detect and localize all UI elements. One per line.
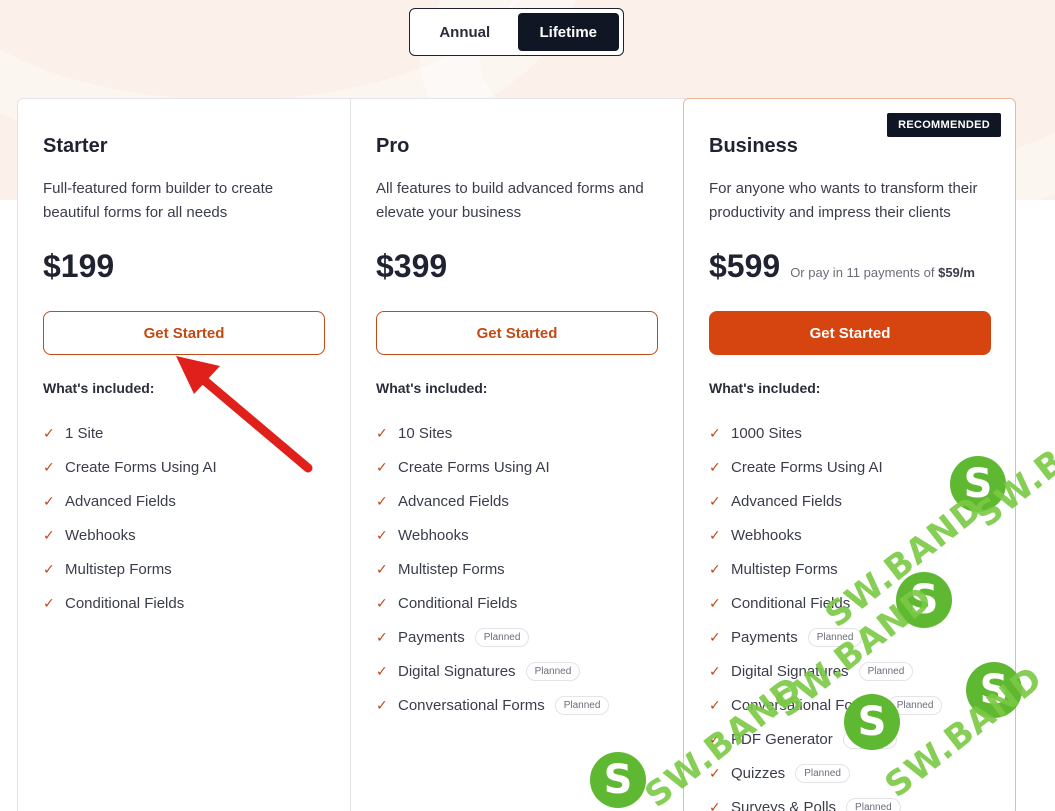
- feature-item: ✓ Webhooks: [709, 526, 802, 544]
- check-icon: ✓: [43, 458, 55, 475]
- plan-price: $599: [709, 248, 781, 284]
- planned-badge: Planned: [525, 661, 581, 681]
- toggle-annual[interactable]: Annual: [414, 13, 516, 51]
- check-icon: ✓: [709, 458, 721, 475]
- feature-item: ✓ 1000 Sites: [709, 424, 802, 442]
- planned-badge: Planned: [842, 729, 898, 749]
- feature-item: ✓ Conditional Fields: [376, 594, 518, 612]
- check-icon: ✓: [376, 458, 388, 475]
- pricing-cards: Starter Full-featured form builder to cr…: [17, 98, 1016, 811]
- feature-list: ✓ 10 Sites ✓ Create Forms Using AI ✓ Advanc…: [376, 416, 658, 722]
- planned-badge: Planned: [554, 695, 610, 715]
- feature-item: ✓ PDF Generator Planned: [709, 722, 990, 756]
- plan-name: Business: [709, 135, 798, 157]
- feature-item: ✓ Payments Planned: [376, 620, 658, 654]
- plan-card-pro: Pro All features to build advanced forms…: [350, 99, 683, 811]
- feature-item: ✓ Advanced Fields: [376, 492, 509, 510]
- feature-item: ✓ Multistep Forms: [709, 560, 838, 578]
- planned-badge: Planned: [795, 763, 850, 783]
- plan-name: Starter: [43, 135, 108, 157]
- billing-toggle[interactable]: Annual Lifetime: [409, 8, 624, 56]
- feature-item: ✓ 10 Sites: [376, 424, 453, 442]
- get-started-button[interactable]: Get Started: [376, 311, 658, 355]
- feature-item: ✓ Digital Signatures Planned: [376, 654, 658, 688]
- plan-name: Pro: [376, 135, 410, 157]
- check-icon: ✓: [709, 594, 721, 611]
- check-icon: ✓: [709, 798, 721, 811]
- planned-badge: Planned: [474, 627, 530, 647]
- check-icon: ✓: [43, 424, 55, 441]
- check-icon: ✓: [376, 594, 388, 611]
- feature-item: ✓ Advanced Fields: [709, 492, 842, 510]
- check-icon: ✓: [376, 628, 388, 645]
- feature-item: ✓ Advanced Fields: [43, 492, 176, 510]
- feature-item: ✓ Create Forms Using AI: [376, 458, 550, 476]
- check-icon: ✓: [43, 526, 55, 543]
- check-icon: ✓: [709, 492, 721, 509]
- included-heading: What's included:: [376, 380, 488, 396]
- plan-description: For anyone who wants to transform their …: [709, 180, 978, 221]
- feature-item: ✓ Surveys & Polls Planned: [709, 790, 990, 811]
- planned-badge: Planned: [858, 661, 914, 681]
- check-icon: ✓: [709, 628, 721, 645]
- plan-price: $399: [376, 248, 448, 284]
- check-icon: ✓: [376, 560, 388, 577]
- included-heading: What's included:: [709, 380, 821, 396]
- get-started-button[interactable]: Get Started: [709, 311, 991, 355]
- planned-badge: Planned: [846, 797, 901, 811]
- check-icon: ✓: [43, 492, 55, 509]
- feature-item: ✓ Conditional Fields: [43, 594, 185, 612]
- feature-list: ✓ 1000 Sites ✓ Create Forms Using AI ✓ Adva…: [709, 416, 990, 811]
- feature-item: ✓ Conditional Fields: [709, 594, 851, 612]
- planned-badge: Planned: [887, 695, 943, 715]
- annotation-arrow-icon: [176, 356, 313, 473]
- check-icon: ✓: [376, 662, 388, 679]
- recommended-badge: RECOMMENDED: [887, 113, 1001, 137]
- feature-item: ✓ Conversational Forms Planned: [709, 688, 990, 722]
- check-icon: ✓: [709, 696, 721, 713]
- toggle-lifetime[interactable]: Lifetime: [517, 13, 619, 51]
- plan-price: $199: [43, 248, 115, 284]
- feature-item: ✓ Conversational Forms Planned: [376, 688, 658, 722]
- check-icon: ✓: [709, 730, 721, 747]
- check-icon: ✓: [709, 424, 721, 441]
- plan-description: All features to build advanced forms and…: [376, 180, 644, 221]
- check-icon: ✓: [376, 424, 388, 441]
- plan-card-business: RECOMMENDED Business For anyone who want…: [683, 98, 1016, 811]
- check-icon: ✓: [709, 764, 721, 781]
- feature-item: ✓ Payments Planned: [709, 620, 990, 654]
- check-icon: ✓: [376, 696, 388, 713]
- feature-item: ✓ Quizzes Planned: [709, 756, 990, 790]
- plan-description: Full-featured form builder to create bea…: [43, 180, 274, 221]
- check-icon: ✓: [709, 662, 721, 679]
- feature-item: ✓ Digital Signatures Planned: [709, 654, 990, 688]
- check-icon: ✓: [709, 560, 721, 577]
- check-icon: ✓: [43, 560, 55, 577]
- installment-note: Or pay in 11 payments of $59/m: [790, 265, 975, 280]
- feature-item: ✓ Multistep Forms: [43, 560, 172, 578]
- planned-badge: Planned: [807, 627, 863, 647]
- check-icon: ✓: [43, 594, 55, 611]
- feature-item: ✓ Multistep Forms: [376, 560, 505, 578]
- feature-item: ✓ Webhooks: [376, 526, 469, 544]
- check-icon: ✓: [376, 492, 388, 509]
- check-icon: ✓: [709, 526, 721, 543]
- feature-item: ✓ Create Forms Using AI: [709, 458, 883, 476]
- check-icon: ✓: [376, 526, 388, 543]
- feature-item: ✓ Webhooks: [43, 526, 136, 544]
